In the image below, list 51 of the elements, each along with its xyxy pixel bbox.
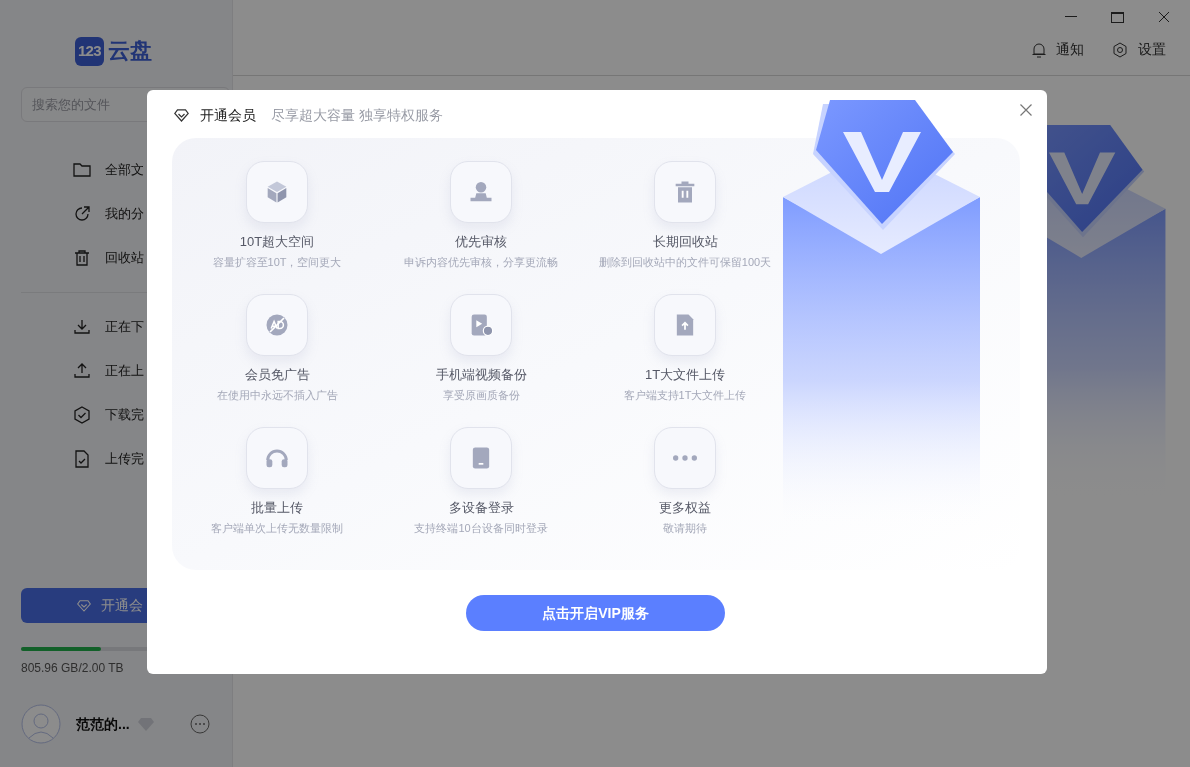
vip-service-button[interactable]: 点击开启VIP服务 <box>466 595 725 631</box>
nav-item[interactable]: 正在上 <box>0 349 147 393</box>
diamond-icon <box>174 108 189 122</box>
benefit-description: 支持终端10台设备同时登录 <box>414 521 548 536</box>
benefit-description: 享受原画质备份 <box>442 388 520 403</box>
benefit-description: 客户端单次上传无数量限制 <box>211 521 343 536</box>
user-name: 范范的... <box>76 714 131 734</box>
file-check-icon <box>73 450 91 468</box>
close-icon[interactable] <box>1020 104 1032 116</box>
avatar-icon <box>21 704 61 744</box>
check-badge-icon <box>73 406 91 424</box>
nav-item[interactable]: 上传完 <box>0 437 147 481</box>
benefit-title: 1T大文件上传 <box>644 366 726 384</box>
nav-item[interactable]: 正在下 <box>0 305 147 349</box>
benefit-description: 申诉内容优先审核，分享更流畅 <box>404 255 558 270</box>
more-icon <box>673 455 697 461</box>
nav-item[interactable]: 下载完 <box>0 393 147 437</box>
share-icon <box>73 205 91 223</box>
folder-icon <box>73 161 91 179</box>
nav-item[interactable]: 回收站 <box>0 236 147 280</box>
benefit-description: 敬请期待 <box>663 521 707 536</box>
benefit-title: 会员免广告 <box>244 366 310 384</box>
benefit-title: 长期回收站 <box>652 233 718 251</box>
logo-text: 云盘 <box>107 40 152 62</box>
logo-badge: 123 <box>75 36 104 66</box>
maximize-icon[interactable] <box>1111 11 1124 23</box>
trash-icon <box>73 249 91 267</box>
benefit-title: 手机端视频备份 <box>435 366 527 384</box>
benefit-description: 删除到回收站中的文件可保留100天 <box>598 255 772 270</box>
more-icon[interactable] <box>190 714 210 734</box>
dialog-subtitle: 尽享超大容量 独享特权服务 <box>271 105 443 125</box>
benefit-description: 在使用中永远不插入广告 <box>216 388 338 403</box>
benefit-title: 10T超大空间 <box>239 233 315 251</box>
minimize-icon[interactable] <box>1065 16 1077 18</box>
settings-icon <box>1112 41 1128 58</box>
nav-item[interactable]: 全部文 <box>0 148 147 192</box>
benefit-title: 批量上传 <box>251 499 303 517</box>
bell-icon <box>1032 41 1046 58</box>
download-icon <box>73 318 91 336</box>
notification-button[interactable]: 通知 <box>1032 39 1084 60</box>
storage-text: 805.96 GB/2.00 TB <box>21 660 125 677</box>
benefit-description: 容量扩容至10T，空间更大 <box>212 255 342 270</box>
benefit-title: 优先审核 <box>455 233 507 251</box>
benefit-title: 多设备登录 <box>448 499 514 517</box>
upload-icon <box>73 362 91 380</box>
benefit-description: 客户端支持1T大文件上传 <box>623 388 747 403</box>
settings-button[interactable]: 设置 <box>1112 39 1166 60</box>
nav-item[interactable]: 我的分 <box>0 192 147 236</box>
diamond-icon <box>77 599 91 612</box>
benefit-title: 更多权益 <box>659 499 711 517</box>
close-icon[interactable] <box>1158 11 1170 23</box>
